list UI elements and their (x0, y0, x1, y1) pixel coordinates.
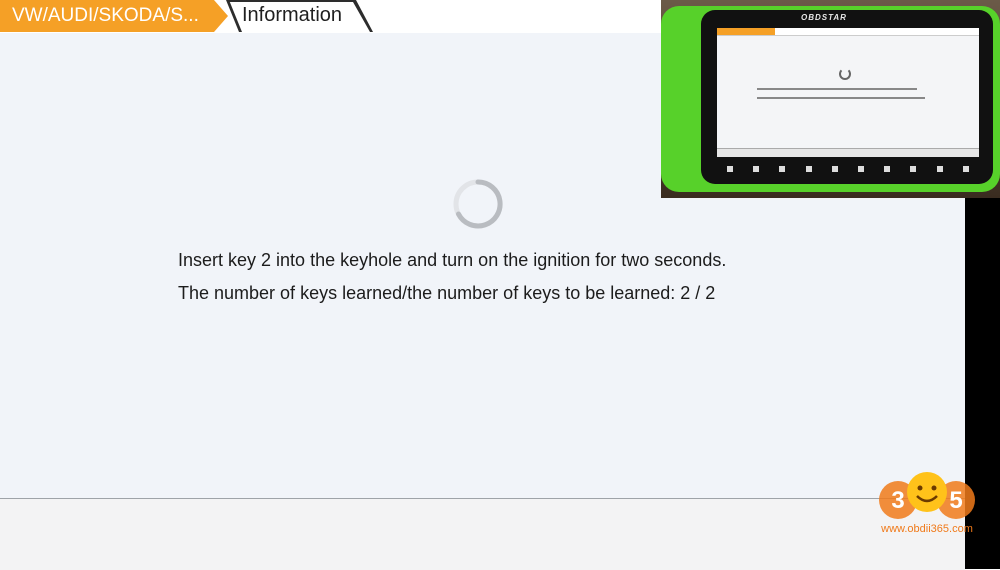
instruction-text: Insert key 2 into the keyhole and turn o… (178, 250, 727, 270)
device-brand-logo: OBDSTAR (801, 13, 847, 22)
footer-bar (0, 498, 965, 570)
device-screen-footer (717, 148, 979, 157)
breadcrumb-current-tab[interactable]: Information (226, 0, 373, 32)
device-nav-icon (910, 166, 917, 172)
device-nav-icon (858, 166, 865, 172)
device-nav-icon (753, 166, 760, 172)
device-text-line (757, 97, 925, 99)
device-nav-icon (884, 166, 891, 172)
device-nav-icon (727, 166, 734, 172)
watermark-logo-graphic: 3 5 (879, 472, 975, 519)
key-count-text: The number of keys learned/the number of… (178, 283, 716, 303)
breadcrumb-home-label: VW/AUDI/SKODA/S... (12, 5, 199, 26)
device-nav-icon (936, 166, 943, 172)
device-nav-icon (779, 166, 786, 172)
svg-text:5: 5 (949, 487, 962, 514)
svg-text:3: 3 (891, 487, 904, 514)
device-nav-icon (962, 166, 969, 172)
device-nav-icon (831, 166, 838, 172)
device-screen (717, 28, 979, 157)
loading-spinner-icon (453, 179, 503, 229)
device-screen-tab (717, 28, 775, 35)
device-nav-icon (805, 166, 812, 172)
device-text-line (757, 88, 917, 90)
breadcrumb-separator (226, 0, 242, 32)
device-navbar (717, 162, 979, 176)
app-screen: VW/AUDI/SKODA/S... Information Insert ke… (0, 0, 1000, 570)
breadcrumb-home-tab[interactable]: VW/AUDI/SKODA/S... (0, 0, 228, 32)
breadcrumb-current-label: Information (242, 4, 343, 26)
watermark-logo: 3 5 www.obdii365.com (872, 470, 982, 540)
watermark-url: www.obdii365.com (881, 523, 973, 535)
device-video-overlay: OBDSTAR (661, 0, 1000, 198)
device-spinner-icon (839, 68, 851, 80)
